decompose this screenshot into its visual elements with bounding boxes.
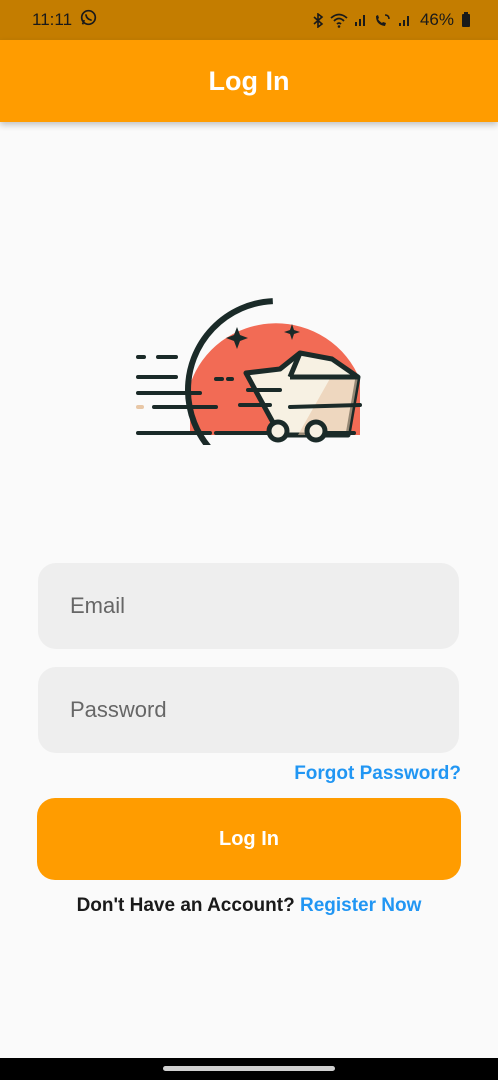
forgot-password-link[interactable]: Forgot Password? — [294, 763, 461, 785]
bluetooth-icon — [313, 12, 324, 28]
status-bar: 11:11 46% — [0, 0, 498, 40]
login-button[interactable]: Log In — [37, 798, 461, 880]
register-now-link[interactable]: Register Now — [300, 895, 421, 916]
whatsapp-icon — [80, 9, 97, 31]
password-input[interactable] — [68, 696, 429, 724]
status-left: 11:11 — [32, 9, 97, 31]
delivery-truck-logo-icon — [130, 295, 370, 482]
system-nav-bar — [0, 1058, 498, 1080]
password-field[interactable] — [38, 667, 459, 753]
page-title: Log In — [208, 65, 290, 96]
status-time: 11:11 — [32, 10, 73, 29]
login-button-label: Log In — [219, 827, 279, 850]
signal-icon — [398, 13, 412, 27]
register-prompt: Don't Have an Account? — [76, 895, 295, 916]
battery-icon — [462, 11, 470, 27]
app-bar: Log In — [0, 40, 498, 122]
call-icon — [374, 13, 392, 28]
register-row: Don't Have an Account? Register Now — [0, 895, 498, 917]
status-right: 46% — [313, 10, 470, 30]
email-input[interactable] — [68, 592, 429, 620]
signal-icon — [354, 13, 368, 27]
email-field[interactable] — [38, 563, 459, 649]
home-gesture-handle[interactable] — [163, 1066, 335, 1071]
wifi-icon — [330, 13, 348, 28]
battery-percent: 46% — [419, 10, 454, 29]
status-icons — [313, 12, 412, 28]
